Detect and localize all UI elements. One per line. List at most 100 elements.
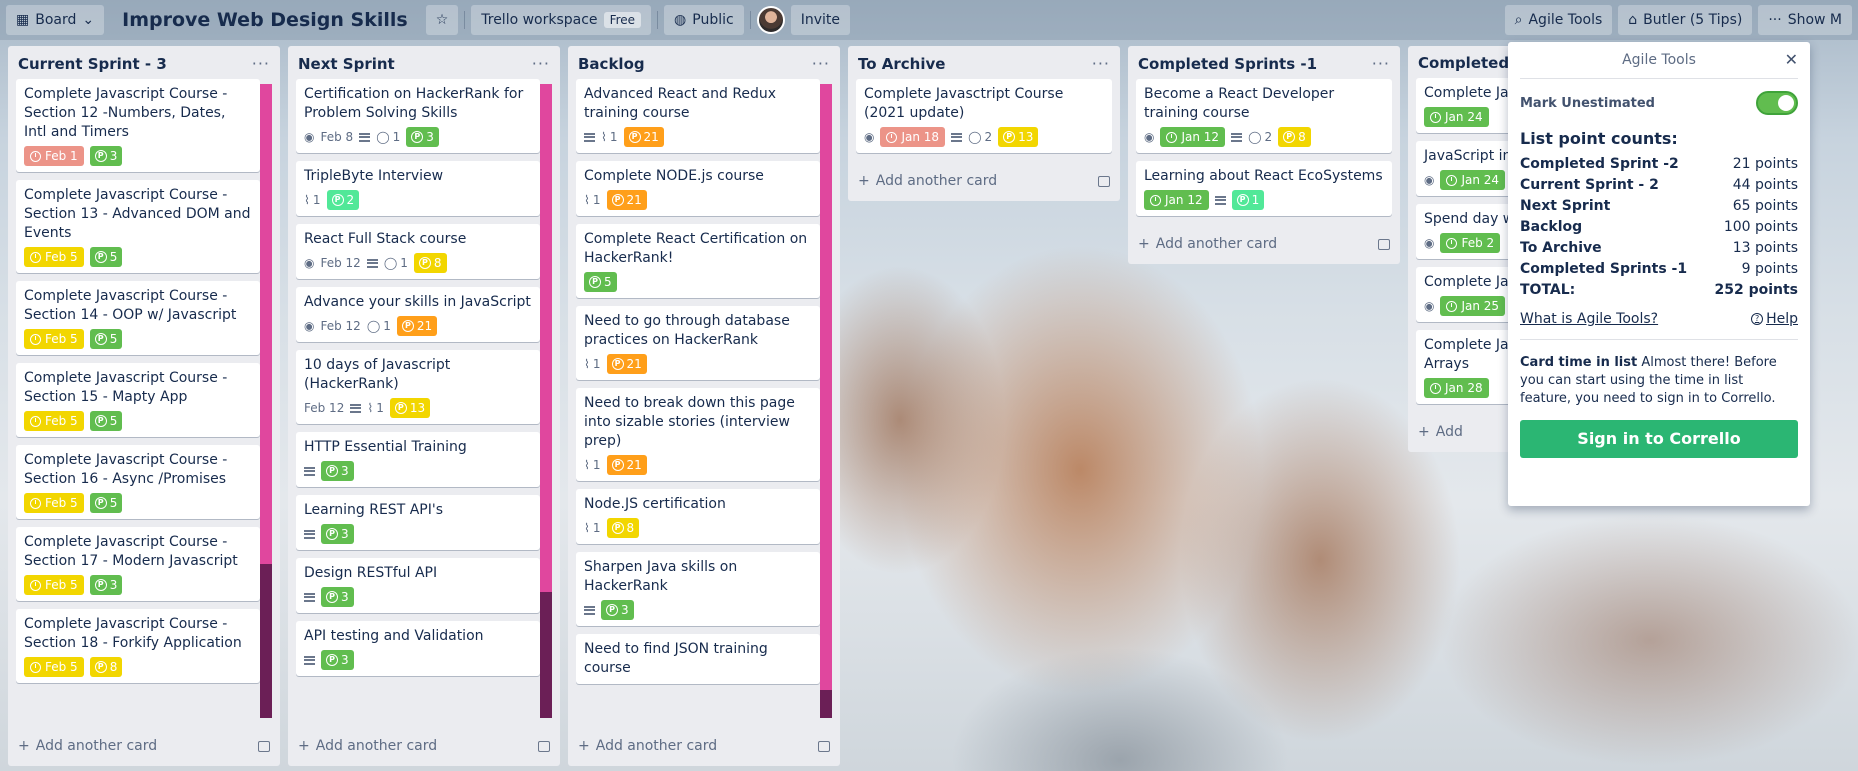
workspace-button[interactable]: Trello workspace Free xyxy=(471,5,652,35)
card[interactable]: Complete Javascript Course - Section 17 … xyxy=(16,527,260,601)
point-counts-table: Completed Sprint -2 21 points Current Spr… xyxy=(1520,154,1798,301)
card[interactable]: Complete Javascript Course - Section 18 … xyxy=(16,609,260,683)
description-icon xyxy=(951,132,963,142)
card[interactable]: API testing and Validation P 3 xyxy=(296,621,540,676)
list-title[interactable]: Completed Sprints -1 xyxy=(1138,55,1317,73)
card[interactable]: Complete Javascript Course - Section 16 … xyxy=(16,445,260,519)
template-icon[interactable] xyxy=(818,740,830,752)
points-icon: P xyxy=(331,194,344,206)
card[interactable]: Advance your skills in JavaScript ◉ Feb 12… xyxy=(296,287,540,342)
points-icon: P xyxy=(94,579,107,591)
points-badge: P5 xyxy=(89,411,123,431)
point-count-row: Backlog 100 points xyxy=(1520,219,1798,235)
board-title[interactable]: Improve Web Design Skills xyxy=(110,9,420,31)
clock-icon xyxy=(30,661,41,673)
board-view-button[interactable]: ▦ Board ⌄ xyxy=(6,5,105,35)
invite-button[interactable]: Invite xyxy=(790,5,850,35)
what-is-agile-tools-link[interactable]: What is Agile Tools? xyxy=(1520,311,1658,327)
points-icon: P xyxy=(326,465,338,477)
list-title[interactable]: Next Sprint xyxy=(298,55,395,73)
due-date-badge: Jan 24 xyxy=(1424,107,1489,127)
point-count-row: Next Sprint 65 points xyxy=(1520,198,1798,214)
card[interactable]: Complete Javascript Course - Section 14 … xyxy=(16,281,260,355)
card[interactable]: TripleByte Interview ⌇ 1 P 2 xyxy=(296,161,540,216)
card[interactable]: Need to break down this page into sizabl… xyxy=(576,388,820,481)
plus-icon: + xyxy=(18,738,30,754)
star-button[interactable]: ☆ xyxy=(425,5,459,35)
more-icon: ··· xyxy=(1768,12,1782,28)
mark-unestimated-toggle[interactable] xyxy=(1756,91,1798,115)
card[interactable]: Complete React Certification on HackerRa… xyxy=(576,224,820,298)
card-list: Certification on HackerRank for Problem … xyxy=(288,79,560,726)
card[interactable]: HTTP Essential Training P 3 xyxy=(296,432,540,487)
card[interactable]: Complete NODE.js course ⌇ 1 P 21 xyxy=(576,161,820,216)
due-date-badge: Feb 5 xyxy=(24,493,84,513)
card[interactable]: Need to find JSON training course xyxy=(576,634,820,684)
add-card-button[interactable]: + Add another card xyxy=(1138,236,1277,252)
list-menu-icon[interactable]: ··· xyxy=(252,54,270,73)
description-icon xyxy=(366,258,378,268)
add-card-button[interactable]: + Add xyxy=(1418,424,1463,440)
card[interactable]: Become a React Developer training course… xyxy=(1136,79,1392,153)
close-icon[interactable]: ✕ xyxy=(1785,50,1798,69)
card[interactable]: Need to go through database practices on… xyxy=(576,306,820,380)
due-date-badge: Jan 25 xyxy=(1440,296,1506,316)
sign-in-corrello-button[interactable]: Sign in to Corrello xyxy=(1520,420,1798,458)
points-icon: P xyxy=(394,402,407,414)
help-link[interactable]: ? Help xyxy=(1751,311,1798,327)
points-icon: P xyxy=(94,333,107,345)
comment-badge: ◯ 2 xyxy=(968,128,992,147)
card[interactable]: 10 days of Javascript (HackerRank) Feb 12… xyxy=(296,350,540,424)
add-card-button[interactable]: + Add another card xyxy=(18,738,157,754)
points-icon: P xyxy=(1283,131,1296,143)
clock-icon xyxy=(1446,174,1458,186)
points-badge: P1 xyxy=(1231,190,1265,210)
list-title[interactable]: Backlog xyxy=(578,55,645,73)
card[interactable]: React Full Stack course ◉ Feb 12 ◯ 1 P 8 xyxy=(296,224,540,279)
list-menu-icon[interactable]: ··· xyxy=(532,54,550,73)
card[interactable]: Complete Javascript Course - Section 13 … xyxy=(16,180,260,273)
list-title[interactable]: To Archive xyxy=(858,55,945,73)
list-menu-icon[interactable]: ··· xyxy=(812,54,830,73)
card[interactable]: Learning about React EcoSystems Jan 12 P 1 xyxy=(1136,161,1392,216)
add-card-button[interactable]: + Add another card xyxy=(578,738,717,754)
visibility-button[interactable]: ◍ Public xyxy=(664,5,744,35)
points-badge: P3 xyxy=(321,650,354,670)
add-card-button[interactable]: + Add another card xyxy=(858,173,997,189)
card[interactable]: Complete Javascript Course - Section 15 … xyxy=(16,363,260,437)
points-badge: P3 xyxy=(406,127,439,147)
template-icon[interactable] xyxy=(538,740,550,752)
card[interactable]: Certification on HackerRank for Problem … xyxy=(296,79,540,153)
points-badge: P 21 xyxy=(606,190,647,210)
card[interactable]: Node.JS certification ⌇ 1 P 8 xyxy=(576,489,820,544)
template-icon[interactable] xyxy=(1378,238,1390,250)
show-menu-button[interactable]: ··· Show M xyxy=(1758,5,1852,35)
list-completed-sprints-1: Completed Sprints -1 ··· Become a React D… xyxy=(1128,46,1400,264)
card[interactable]: Sharpen Java skills on HackerRank P 3 xyxy=(576,552,820,626)
points-badge: P8 xyxy=(606,518,640,538)
card-list: Advanced React and Redux training course… xyxy=(568,79,840,726)
list-title[interactable]: Current Sprint - 3 xyxy=(18,55,167,73)
list-title[interactable]: Completed xyxy=(1418,54,1509,72)
plus-icon: + xyxy=(1418,424,1430,440)
card[interactable]: Complete Javasctript Course (2021 update… xyxy=(856,79,1112,153)
points-badge: P8 xyxy=(1278,127,1311,147)
template-icon[interactable] xyxy=(258,740,270,752)
card[interactable]: Complete Javascript Course - Section 12 … xyxy=(16,79,260,172)
board-canvas: Current Sprint - 3 ··· Complete Javascrip… xyxy=(8,46,1680,766)
points-badge: P3 xyxy=(321,587,354,607)
attachment-badge: ⌇ 1 xyxy=(367,399,384,418)
description-icon xyxy=(584,605,595,615)
agile-tools-button[interactable]: ⌕ Agile Tools xyxy=(1504,5,1613,35)
card[interactable]: Design RESTful API P 3 xyxy=(296,558,540,613)
avatar[interactable] xyxy=(756,6,785,34)
list-menu-icon[interactable]: ··· xyxy=(1092,54,1110,73)
agile-tools-popover: Agile Tools ✕ Mark Unestimated List poin… xyxy=(1508,42,1810,506)
template-icon[interactable] xyxy=(1098,175,1110,187)
butler-button[interactable]: ⌂ Butler (5 Tips) xyxy=(1618,5,1753,35)
add-card-button[interactable]: + Add another card xyxy=(298,738,437,754)
card[interactable]: Advanced React and Redux training course… xyxy=(576,79,820,153)
list-menu-icon[interactable]: ··· xyxy=(1372,54,1390,73)
clock-icon xyxy=(30,251,41,263)
card[interactable]: Learning REST API's P 3 xyxy=(296,495,540,550)
